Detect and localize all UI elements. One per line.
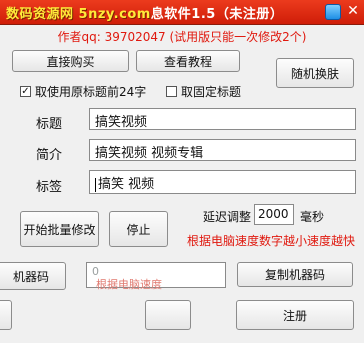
fixed-title-checkbox[interactable]: 取固定标题	[166, 83, 241, 100]
title-bar: 数码资源网 5nzy.com息软件1.5（未注册） ✕	[0, 0, 364, 25]
checkbox-check: ✓	[20, 86, 31, 97]
checkbox-label: 取使用原标题前24字	[35, 85, 147, 99]
buy-button[interactable]: 直接购买	[12, 50, 129, 72]
start-batch-modify-button[interactable]: 开始批量修改	[20, 211, 99, 247]
title-text: 息软件1.5（未注册）	[150, 7, 284, 22]
partial-button-left[interactable]	[0, 300, 12, 330]
view-tutorial-button[interactable]: 查看教程	[136, 50, 240, 72]
tags-value: 搞笑 视频	[98, 177, 155, 192]
intro-value: 搞笑视频 视频专辑	[95, 146, 204, 161]
tags-input[interactable]: 搞笑 视频	[89, 170, 356, 194]
machine-code-button[interactable]: 机器码	[0, 262, 66, 290]
tshirt-icon[interactable]	[325, 4, 341, 20]
delay-unit-label: 毫秒	[300, 210, 325, 224]
checkbox-label: 取固定标题	[181, 85, 242, 99]
delay-input[interactable]: 2000	[254, 204, 294, 225]
title-input[interactable]: 搞笑视频	[89, 108, 356, 130]
speed-hint-text: 根据电脑速度数字越小速度越快	[187, 234, 356, 248]
delay-value: 2000	[258, 207, 289, 221]
checkbox-box	[166, 86, 177, 97]
random-skin-button[interactable]: 随机换肤	[276, 58, 354, 88]
register-button[interactable]: 注册	[236, 300, 354, 330]
tags-label: 标签	[36, 180, 63, 195]
intro-input[interactable]: 搞笑视频 视频专辑	[89, 139, 356, 161]
close-icon[interactable]: ✕	[344, 3, 362, 20]
window-title: 数码资源网 5nzy.com息软件1.5（未注册）	[6, 3, 283, 22]
delay-label: 延迟调整	[203, 210, 252, 224]
watermark-text: 数码资源网 5nzy.com	[6, 7, 151, 22]
author-contact-text: 作者qq: 39702047 (试用版只能一次修改2个)	[57, 30, 307, 44]
stop-button[interactable]: 停止	[109, 211, 168, 247]
take-title-first-checkbox[interactable]: ✓ 取使用原标题前24字	[20, 83, 146, 100]
ghost-hint-text: 根据电脑速度	[96, 278, 162, 291]
title-label: 标题	[36, 117, 63, 132]
intro-label: 简介	[36, 148, 63, 163]
copy-machine-code-button[interactable]: 复制机器码	[237, 262, 353, 287]
partial-button-middle[interactable]	[145, 300, 191, 330]
title-value: 搞笑视频	[95, 115, 148, 130]
text-caret	[95, 177, 96, 192]
